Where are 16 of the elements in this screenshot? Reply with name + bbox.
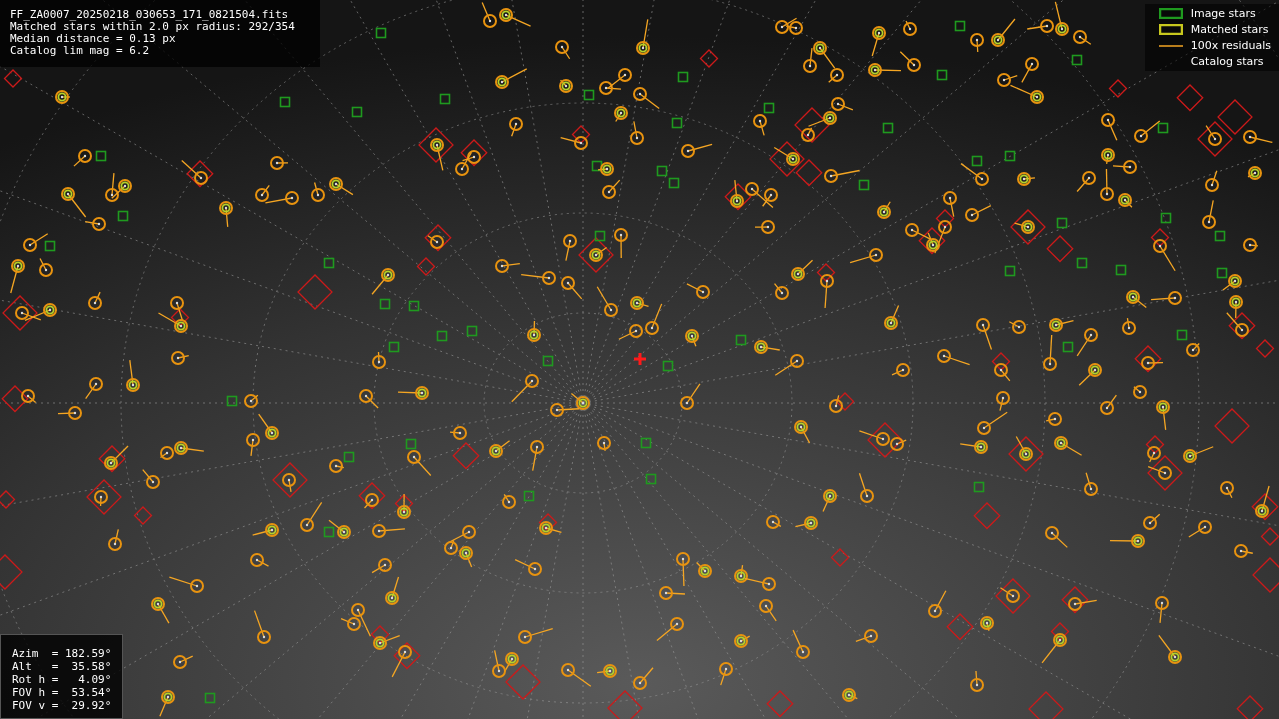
pointing-text: FOV v = 29.92° <box>12 699 112 712</box>
info-text: Median distance = 0.13 px <box>10 33 177 45</box>
pointing-text: Rot h = 4.09° <box>12 673 112 686</box>
pointing-text: Alt = 35.58° <box>12 660 112 673</box>
legend-label: Image stars <box>1190 7 1256 20</box>
info-text: Catalog lim mag = 6.2 <box>10 45 151 57</box>
legend-label: Matched stars <box>1190 23 1269 36</box>
square-marker-icon <box>1158 24 1183 35</box>
square-marker-icon <box>1158 8 1183 19</box>
info-text: FF_ZA0007_20250218_030653_171_0821504.fits <box>10 9 290 21</box>
legend-label: 100x residuals <box>1190 39 1271 52</box>
info-text: Matched stars within 2.0 px radius: 292/354 <box>10 21 296 33</box>
pointing-text: FOV h = 53.54° <box>12 686 112 699</box>
legend-label: Catalog stars <box>1190 55 1264 68</box>
residual-line-icon <box>1158 43 1183 48</box>
pointing-text: Azim = 182.59° <box>12 647 112 660</box>
